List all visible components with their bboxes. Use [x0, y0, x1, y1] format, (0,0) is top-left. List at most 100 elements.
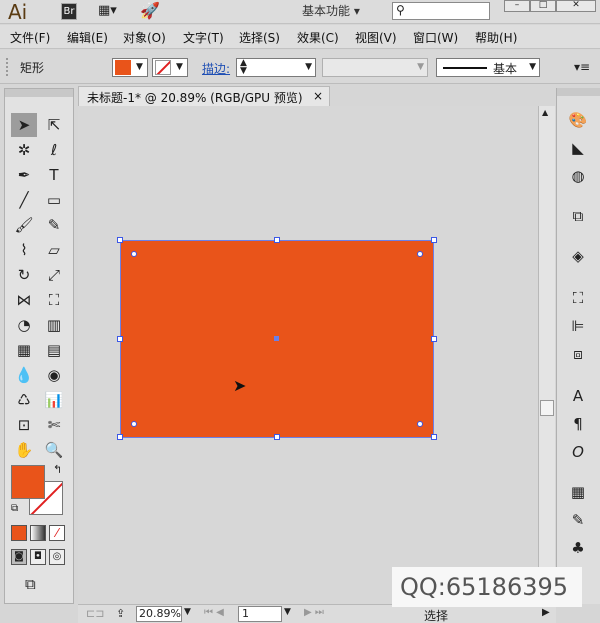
- handle-top-middle[interactable]: [274, 237, 280, 243]
- search-input[interactable]: ⚲: [392, 2, 490, 20]
- zoom-tool-icon[interactable]: 🔍: [41, 438, 67, 462]
- panel-menu-icon[interactable]: ▾≡: [574, 60, 590, 74]
- swatches-panel-icon[interactable]: ▦: [563, 480, 593, 504]
- maximize-button[interactable]: □: [530, 0, 556, 12]
- close-tab-icon[interactable]: ×: [313, 89, 323, 103]
- slice-tool-icon[interactable]: ✄: [41, 413, 67, 437]
- chevron-down-icon[interactable]: ▼: [284, 607, 291, 617]
- menu-select[interactable]: 选择(S): [239, 29, 280, 46]
- default-colors-icon[interactable]: ⧉: [11, 503, 18, 514]
- handle-middle-left[interactable]: [117, 336, 123, 342]
- last-page-icon[interactable]: ▶ ⏭: [304, 607, 324, 618]
- opentype-panel-icon[interactable]: O: [563, 440, 593, 464]
- stepper-icon[interactable]: ▲ ▼: [240, 59, 247, 76]
- page-field[interactable]: 1: [238, 606, 282, 622]
- draw-normal-icon[interactable]: ◙: [11, 549, 27, 565]
- vertical-scrollbar[interactable]: ▲: [538, 106, 555, 604]
- blend-tool-icon[interactable]: ◉: [41, 363, 67, 387]
- artboard-tool-icon[interactable]: ⊡: [11, 413, 37, 437]
- width-tool-icon[interactable]: ⋈: [11, 288, 37, 312]
- stroke-label[interactable]: 描边:: [202, 60, 230, 77]
- paintbrush-tool-icon[interactable]: 🖌: [11, 213, 37, 237]
- color-guide-icon[interactable]: 🎨: [563, 108, 593, 132]
- eraser-tool-icon[interactable]: ▱: [41, 238, 67, 262]
- align-panel-icon[interactable]: ⊫: [563, 314, 593, 338]
- transform-panel-icon[interactable]: ⛶: [563, 286, 593, 310]
- menu-window[interactable]: 窗口(W): [413, 29, 458, 46]
- brushes-panel-icon[interactable]: ✎: [563, 508, 593, 532]
- shape-builder-tool-icon[interactable]: ◔: [11, 313, 37, 337]
- workspace-switcher[interactable]: 基本功能 ▾: [294, 0, 368, 22]
- gradient-mode-icon[interactable]: [30, 525, 46, 541]
- hand-tool-icon[interactable]: ✋: [11, 438, 37, 462]
- panel-header[interactable]: [5, 89, 73, 97]
- menu-type[interactable]: 文字(T): [183, 29, 224, 46]
- rectangle-tool-icon[interactable]: ▭: [41, 188, 67, 212]
- corner-widget-top-right[interactable]: [417, 251, 423, 257]
- variable-width-dropdown[interactable]: ▼: [322, 58, 428, 77]
- none-mode-icon[interactable]: ⁄: [49, 525, 65, 541]
- selection-tool-icon[interactable]: ➤: [11, 113, 37, 137]
- screen-mode-icon[interactable]: ⧉: [25, 575, 36, 593]
- document-tab[interactable]: 未标题-1* @ 20.89% (RGB/GPU 预览) ×: [78, 86, 330, 106]
- appearance-panel-icon[interactable]: ◍: [563, 164, 593, 188]
- swap-colors-icon[interactable]: ↰: [53, 463, 62, 476]
- corner-widget-top-left[interactable]: [131, 251, 137, 257]
- line-tool-icon[interactable]: ╱: [11, 188, 37, 212]
- column-graph-tool-icon[interactable]: 📊: [41, 388, 67, 412]
- color-mode-icon[interactable]: [11, 525, 27, 541]
- bridge-button[interactable]: Br: [61, 3, 77, 20]
- chevron-down-icon[interactable]: ▼: [184, 607, 191, 617]
- zoom-field[interactable]: 20.89%: [136, 606, 182, 622]
- fill-color-dropdown[interactable]: ▼: [112, 58, 148, 77]
- mesh-tool-icon[interactable]: ▦: [11, 338, 37, 362]
- status-menu-icon[interactable]: ▶: [542, 607, 550, 618]
- pen-tool-icon[interactable]: ✒: [11, 163, 37, 187]
- menu-help[interactable]: 帮助(H): [475, 29, 517, 46]
- menu-file[interactable]: 文件(F): [10, 29, 50, 46]
- handle-middle-right[interactable]: [431, 336, 437, 342]
- handle-top-right[interactable]: [431, 237, 437, 243]
- rotate-tool-icon[interactable]: ↻: [11, 263, 37, 287]
- free-transform-tool-icon[interactable]: ⛶: [41, 288, 67, 312]
- type-tool-icon[interactable]: T: [41, 163, 67, 187]
- menu-edit[interactable]: 编辑(E): [67, 29, 108, 46]
- handle-bottom-middle[interactable]: [274, 434, 280, 440]
- stroke-color-dropdown[interactable]: ▼: [152, 58, 188, 77]
- pathfinder-panel-icon[interactable]: ⧈: [563, 342, 593, 366]
- eyedropper-tool-icon[interactable]: 💧: [11, 363, 37, 387]
- character-panel-icon[interactable]: A: [563, 384, 593, 408]
- blob-brush-tool-icon[interactable]: ⌇: [11, 238, 37, 262]
- draw-inside-icon[interactable]: ◎: [49, 549, 65, 565]
- direct-selection-tool-icon[interactable]: ⇱: [41, 113, 67, 137]
- symbols-panel-icon[interactable]: ♣: [563, 536, 593, 560]
- symbol-sprayer-tool-icon[interactable]: ♺: [11, 388, 37, 412]
- transparency-panel-icon[interactable]: ⧉: [563, 204, 593, 228]
- dock-header[interactable]: [557, 88, 600, 96]
- share-icon[interactable]: ⇪: [116, 607, 125, 620]
- scroll-up-icon[interactable]: ▲: [542, 108, 548, 117]
- corner-widget-bottom-left[interactable]: [131, 421, 137, 427]
- gradient-panel-icon[interactable]: ◣: [563, 136, 593, 160]
- perspective-grid-tool-icon[interactable]: ▥: [41, 313, 67, 337]
- gpu-rocket-icon[interactable]: 🚀: [140, 1, 160, 20]
- first-page-icon[interactable]: ⏮ ◀: [204, 607, 224, 618]
- stroke-weight-field[interactable]: ▲ ▼ ▼: [236, 58, 316, 77]
- scale-tool-icon[interactable]: ⤢: [41, 263, 67, 287]
- scroll-thumb[interactable]: [540, 400, 554, 416]
- handle-top-left[interactable]: [117, 237, 123, 243]
- menu-object[interactable]: 对象(O): [123, 29, 166, 46]
- fill-color-front[interactable]: [11, 465, 45, 499]
- menu-effect[interactable]: 效果(C): [297, 29, 339, 46]
- paragraph-panel-icon[interactable]: ¶: [563, 412, 593, 436]
- handle-bottom-left[interactable]: [117, 434, 123, 440]
- arrange-documents-icon[interactable]: ▦▾: [98, 3, 126, 20]
- lasso-tool-icon[interactable]: ℓ: [41, 138, 67, 162]
- handle-bottom-right[interactable]: [431, 434, 437, 440]
- pencil-tool-icon[interactable]: ✎: [41, 213, 67, 237]
- brush-style-dropdown[interactable]: 基本 ▼: [436, 58, 540, 77]
- layers-panel-icon[interactable]: ◈: [563, 244, 593, 268]
- draw-behind-icon[interactable]: ◘: [30, 549, 46, 565]
- menu-view[interactable]: 视图(V): [355, 29, 397, 46]
- artboard-nav-icon[interactable]: ⊏⊐: [86, 607, 104, 620]
